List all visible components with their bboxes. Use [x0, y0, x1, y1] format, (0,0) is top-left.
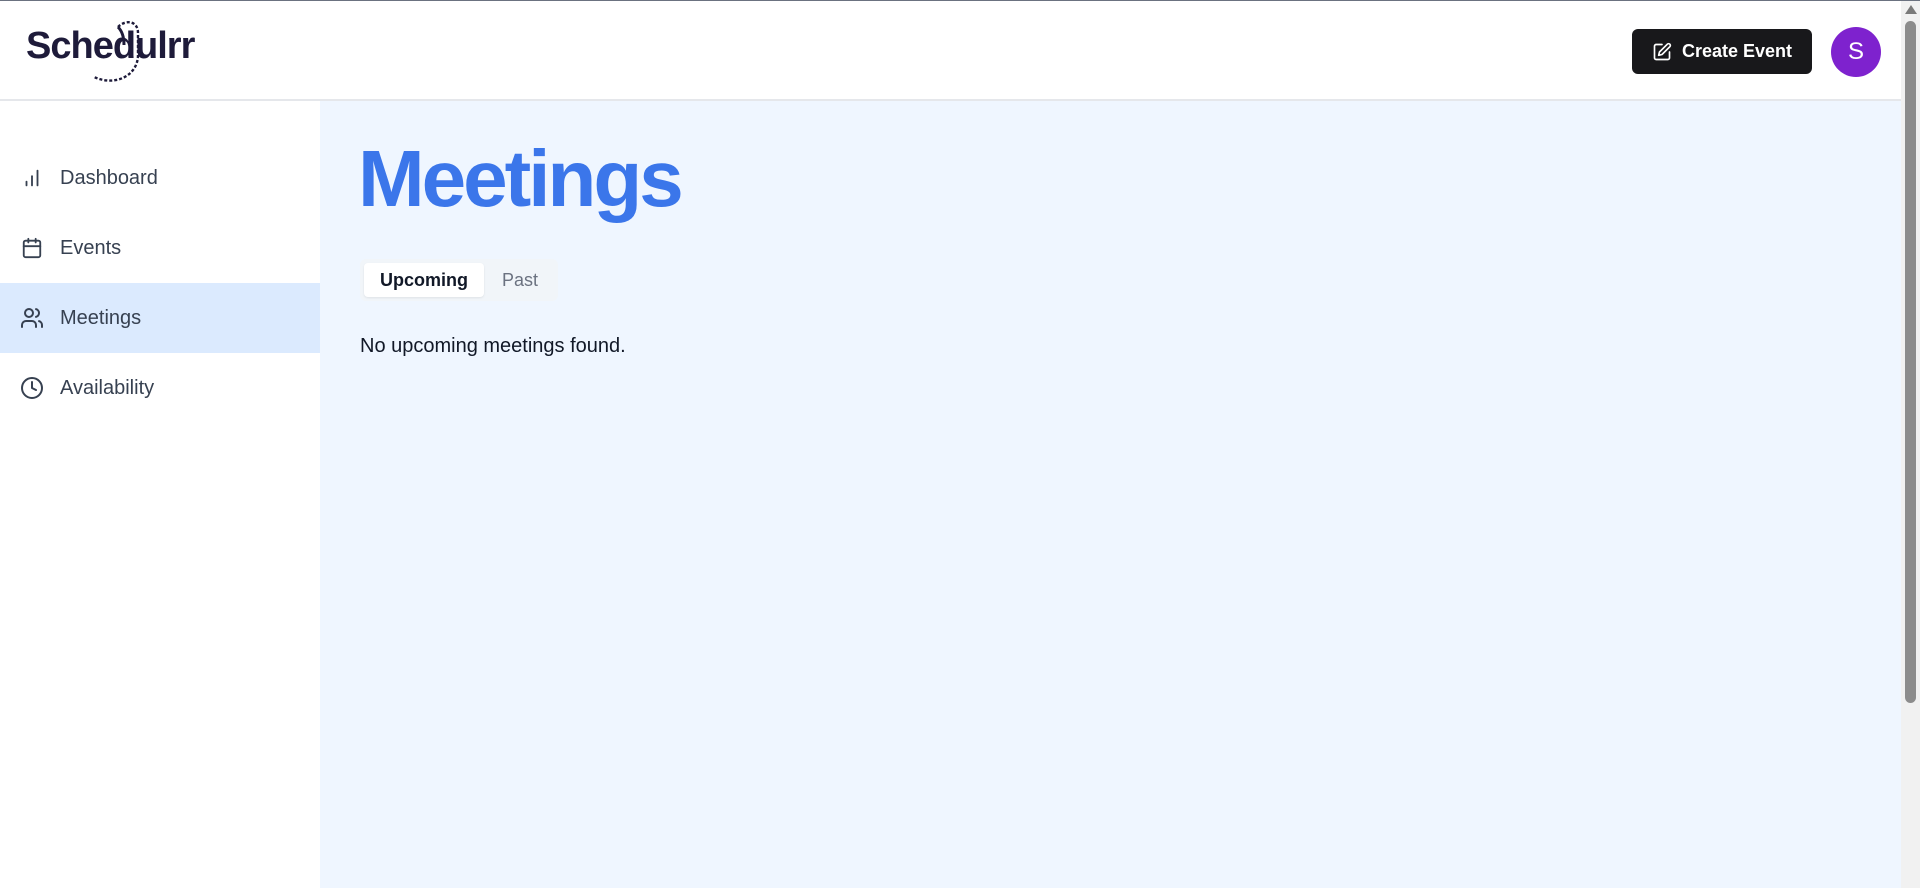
sidebar-item-label: Dashboard	[60, 166, 158, 189]
user-avatar[interactable]: S	[1831, 27, 1881, 77]
pen-square-icon	[1652, 42, 1672, 62]
meeting-tabs: Upcoming Past	[360, 259, 559, 301]
scrollbar-thumb[interactable]	[1905, 21, 1916, 703]
logo-text: Schedulrr	[26, 25, 196, 67]
app-window: Schedulrr Create Event S Dashboard Event…	[0, 0, 1920, 888]
logo-wordmark: Schedulrr	[26, 21, 197, 82]
tab-past[interactable]: Past	[486, 263, 554, 297]
avatar-initial: S	[1847, 38, 1864, 65]
sidebar: Dashboard Events Meetings Availability	[0, 101, 320, 888]
vertical-scrollbar[interactable]	[1901, 1, 1920, 888]
bar-chart-icon	[20, 166, 44, 190]
create-event-button[interactable]: Create Event	[1632, 29, 1812, 74]
calendar-icon	[20, 236, 44, 260]
sidebar-item-meetings[interactable]: Meetings	[0, 283, 320, 353]
sidebar-item-label: Availability	[60, 376, 155, 399]
empty-state-message: No upcoming meetings found.	[360, 335, 626, 357]
create-event-label: Create Event	[1681, 41, 1793, 61]
sidebar-item-availability[interactable]: Availability	[0, 353, 320, 423]
sidebar-item-label: Meetings	[60, 306, 142, 329]
main-content: Meetings Upcoming Past No upcoming meeti…	[320, 101, 1901, 888]
app-logo[interactable]: Schedulrr	[26, 15, 208, 91]
users-icon	[20, 306, 44, 330]
top-header: Schedulrr Create Event S	[0, 1, 1901, 101]
scroll-up-icon[interactable]	[1905, 5, 1917, 14]
sidebar-item-dashboard[interactable]: Dashboard	[0, 143, 320, 213]
page-title: Meetings	[358, 134, 684, 223]
clock-icon	[20, 376, 44, 400]
sidebar-item-events[interactable]: Events	[0, 213, 320, 283]
tab-upcoming[interactable]: Upcoming	[364, 263, 484, 297]
sidebar-item-label: Events	[60, 236, 122, 259]
